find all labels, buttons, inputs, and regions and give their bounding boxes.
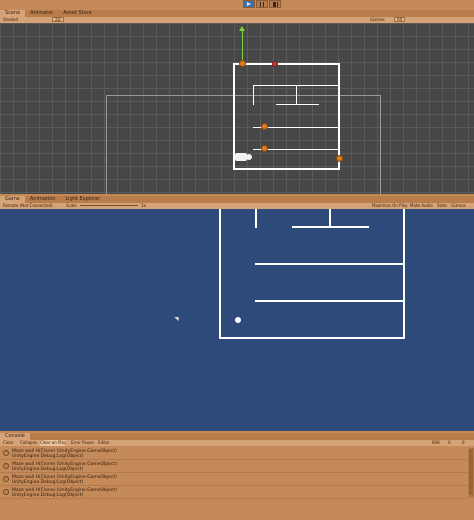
clear-on-play-button[interactable]: Clear on Play [40,440,67,446]
scale-slider[interactable] [80,205,138,206]
log-stack: UnityEngine.Debug:Log(Object) [12,493,84,498]
console-tab-bar: Console [0,433,474,440]
tab-animator[interactable]: Animator [25,10,58,17]
tab-console[interactable]: Console [0,433,30,440]
console-toolbar: Clear Collapse Clear on Play Error Pause… [0,440,474,446]
main-toolbar [0,0,474,10]
scene-tab-bar: Scene Animator Asset Store [0,10,474,17]
tab-animation-label: Animation [29,196,56,202]
maze-wall [255,263,405,265]
maze-wall [255,300,405,302]
wall-pivot-handle[interactable] [261,145,268,152]
wall-pivot-handle[interactable] [272,61,278,67]
warning-icon: ! [3,463,9,469]
tab-light-explorer[interactable]: Light Explorer [60,196,105,203]
console-scrollbar-thumb[interactable] [469,449,473,495]
gizmo-arrow-icon [239,26,245,31]
tab-animator-label: Animator [30,10,54,16]
gizmo-y-axis[interactable] [242,28,243,63]
maze-wall [255,209,257,228]
tab-game-label: Game [5,196,20,202]
tab-game[interactable]: Game [0,196,25,203]
log-entry[interactable]: ! Maze wall H(Clone) (UnityEngine.GameOb… [0,487,468,499]
warning-icon: ! [3,489,9,495]
tab-console-label: Console [5,433,25,439]
maze-wall [338,63,340,169]
maze-wall [253,85,254,105]
log-entry[interactable]: ! Maze wall H(Clone) (UnityEngine.GameOb… [0,474,468,486]
play-controls [243,0,281,8]
wall-pivot-handle[interactable] [239,60,246,67]
tab-animation[interactable]: Animation [25,196,61,203]
editor-dropdown[interactable]: Editor [98,440,110,446]
step-icon [272,1,278,7]
error-count-badge[interactable]: 0 [462,440,465,446]
log-stack: UnityEngine.Debug:Log(Object) [12,454,84,459]
tab-light-explorer-label: Light Explorer [65,196,101,202]
tab-asset-store[interactable]: Asset Store [58,10,96,17]
scene-view[interactable] [0,23,474,194]
error-pause-button[interactable]: Error Pause [71,440,94,446]
pause-icon [260,1,264,7]
console-panel: Console Clear Collapse Clear on Play Err… [0,431,474,520]
warning-count-badge[interactable]: 0 [448,440,451,446]
log-stack: UnityEngine.Debug:Log(Object) [12,480,84,485]
pause-button[interactable] [256,0,268,8]
player-ball [235,317,241,323]
maze-wall [403,209,405,339]
warning-icon: ! [3,476,9,482]
log-entry[interactable]: ! Maze wall H(Clone) (UnityEngine.GameOb… [0,461,468,473]
2d-toggle[interactable]: 2D [52,17,64,22]
log-count-badge[interactable]: 608 [432,440,440,446]
play-icon [247,2,251,6]
maze-wall [219,209,221,339]
step-button[interactable] [269,0,281,8]
camera-gizmo-lens [246,154,252,160]
maze-wall [219,337,405,339]
game-view[interactable] [0,209,474,431]
collapse-button[interactable]: Collapse [20,440,37,446]
play-button[interactable] [243,0,255,8]
tab-scene-label: Scene [5,10,21,16]
tab-asset-store-label: Asset Store [63,10,92,16]
warning-icon: ! [3,450,9,456]
maze-wall [233,63,340,65]
log-stack: UnityEngine.Debug:Log(Object) [12,467,84,472]
tab-scene[interactable]: Scene [0,10,26,17]
maze-wall [292,226,369,228]
clear-button[interactable]: Clear [3,440,13,446]
game-tab-bar: Game Animation Light Explorer [0,196,474,203]
maze-wall [233,168,340,170]
scene-search-field[interactable]: All [394,17,405,22]
wall-pivot-handle[interactable] [336,155,343,162]
maze-wall [276,104,319,105]
wall-pivot-handle[interactable] [261,123,268,130]
log-entry[interactable]: ! Maze wall H(Clone) (UnityEngine.GameOb… [0,448,468,460]
maze-wall [296,85,297,105]
